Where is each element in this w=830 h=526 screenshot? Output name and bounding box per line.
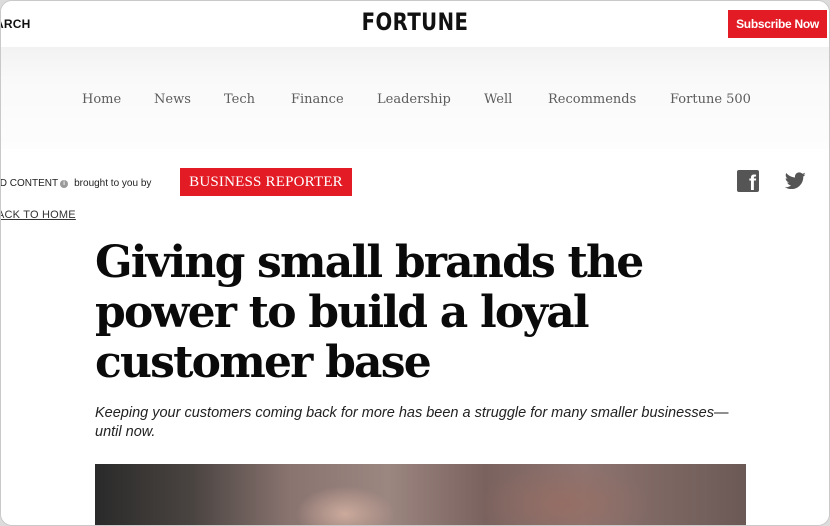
sponsor-logo[interactable]: BUSINESS REPORTER [180,168,352,196]
subscribe-button[interactable]: Subscribe Now [728,10,827,38]
article-subhead: Keeping your customers coming back for m… [95,405,729,440]
nav-item-finance[interactable]: Finance [291,92,344,107]
nav-item-news[interactable]: News [154,92,191,107]
twitter-icon[interactable] [785,172,806,190]
nav-item-leadership[interactable]: Leadership [377,92,451,107]
facebook-icon[interactable]: f [737,170,759,192]
nav-item-home[interactable]: Home [82,92,121,107]
hero-image [95,464,746,525]
paid-content-text: ID CONTENT [0,178,59,189]
nav-item-tech[interactable]: Tech [224,92,255,107]
article-headline: Giving small brands the power to build a… [95,237,644,388]
nav-item-fortune-500[interactable]: Fortune 500 [670,92,751,107]
article-content: ID CONTENT i brought to you by BUSINESS … [1,149,829,525]
nav-item-well[interactable]: Well [484,92,512,107]
fortune-logo[interactable]: FORTUNE [76,8,755,36]
paid-content-label: ID CONTENT i brought to you by [0,178,152,189]
primary-nav-band: Home News Tech Finance Leadership Well R… [1,47,829,149]
search-button[interactable]: ARCH [1,17,30,31]
info-icon[interactable]: i [60,179,69,188]
nav-item-recommends[interactable]: Recommends [548,92,636,107]
site-header: ARCH FORTUNE Subscribe Now [1,1,829,47]
brought-by-text: brought to you by [74,178,152,189]
back-to-home-link[interactable]: ACK TO HOME [1,209,76,221]
primary-nav: Home News Tech Finance Leadership Well R… [1,92,829,112]
browser-viewport: ARCH FORTUNE Subscribe Now Home News Tec… [0,0,830,526]
